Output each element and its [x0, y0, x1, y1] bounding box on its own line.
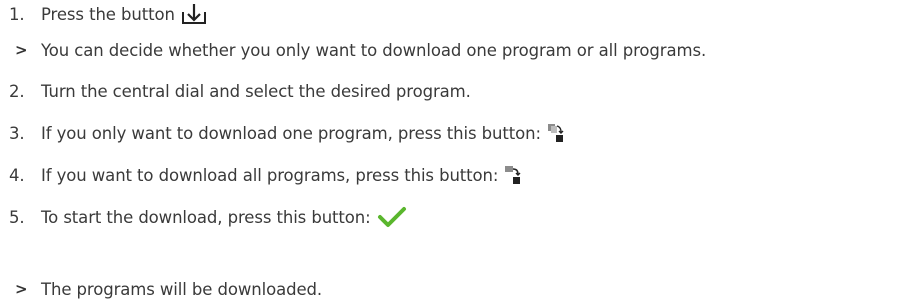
download-icon	[181, 3, 207, 25]
step-text: Turn the central dial and select the des…	[41, 81, 471, 101]
step-number: 5.	[9, 207, 25, 227]
step-number: 2.	[9, 81, 25, 101]
step-text: If you want to download all programs, pr…	[41, 165, 499, 185]
step-text-wrap: If you only want to download one program…	[41, 123, 565, 143]
step-text: Press the button	[41, 4, 175, 24]
step-text-wrap: Press the button	[41, 3, 207, 25]
download-all-programs-icon	[504, 165, 522, 185]
step-number: 1.	[9, 4, 25, 24]
result-text: You can decide whether you only want to …	[41, 40, 707, 60]
download-single-program-icon	[547, 123, 565, 143]
step-text: If you only want to download one program…	[41, 123, 541, 143]
result-marker: >	[15, 41, 28, 59]
step-text: To start the download, press this button…	[41, 207, 371, 227]
instruction-steps: 1. Press the button > You can decide whe…	[0, 0, 902, 306]
step-text-wrap: To start the download, press this button…	[41, 206, 407, 228]
checkmark-icon	[377, 206, 407, 228]
result-text: The programs will be downloaded.	[41, 279, 323, 299]
result-marker: >	[15, 280, 28, 298]
step-text-wrap: If you want to download all programs, pr…	[41, 165, 522, 185]
step-number: 3.	[9, 123, 25, 143]
step-number: 4.	[9, 165, 25, 185]
